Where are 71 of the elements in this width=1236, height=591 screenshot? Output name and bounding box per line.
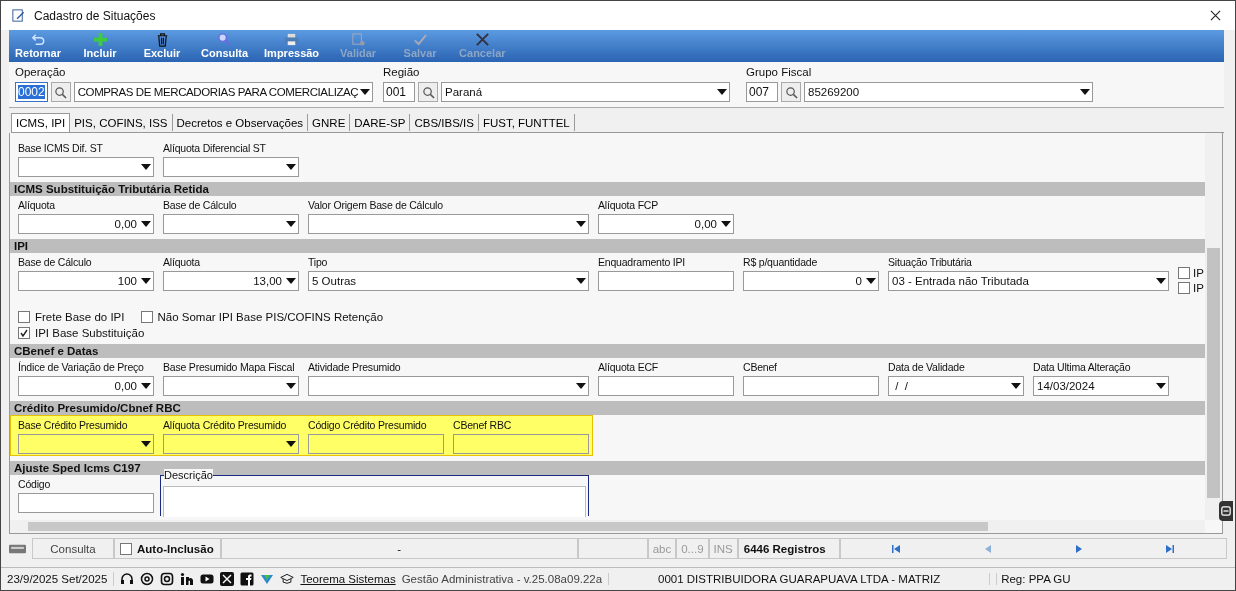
field-label: Alíquota ECF <box>598 360 659 375</box>
field-label: Base ICMS Dif. ST <box>18 141 103 156</box>
field-label: Alíquota Diferencial ST <box>163 141 266 156</box>
field-label: Situação Tributária <box>888 255 972 270</box>
field-label: Alíquota <box>163 255 200 270</box>
section-header: IPI <box>10 239 1207 253</box>
combo-box[interactable]: COMPRAS DE MERCADORIAS PARA COMERCIALIZAÇ <box>73 82 374 102</box>
checkbox[interactable]: Frete Base do IPI <box>18 311 125 323</box>
combo-box[interactable]: 14/03/2024 <box>1033 376 1169 396</box>
field-label: Região <box>383 65 421 79</box>
company-link[interactable]: Teorema Sistemas <box>300 573 396 585</box>
toolbar-button[interactable]: Impressão <box>260 30 324 62</box>
field-label: CBenef <box>743 360 777 375</box>
field-label: Alíquota Crédito Presumido <box>163 418 287 433</box>
field-label: Código Crédito Presumido <box>308 418 427 433</box>
checkbox[interactable]: IP <box>1178 282 1207 294</box>
field-label: Alíquota FCP <box>598 198 659 213</box>
field-label: CBenef RBC <box>453 418 512 433</box>
field-label: Valor Origem Base de Cálculo <box>308 198 443 213</box>
field-label: Base Crédito Presumido <box>18 418 128 433</box>
combo-box[interactable]: 0,00 <box>598 214 734 234</box>
status-indicator: INS <box>708 538 738 559</box>
combo-box[interactable]: 0,00 <box>18 214 154 234</box>
field-label: Base Presumido Mapa Fiscal <box>163 360 295 375</box>
status-indicator: abc <box>647 538 677 559</box>
field-label: Alíquota <box>18 198 55 213</box>
code-field[interactable]: 007 <box>746 82 778 102</box>
field-label: Base de Cálculo <box>18 255 92 270</box>
field-label: Operação <box>15 65 67 79</box>
field-label: Enquadramento IPI <box>598 255 686 270</box>
field-label: Data Ultima Alteração <box>1033 360 1131 375</box>
mode-label: Consulta <box>32 538 114 559</box>
checkbox[interactable]: Não Somar IPI Base PIS/COFINS Retenção <box>140 311 384 323</box>
combo-box[interactable]: 85269200 <box>804 82 1093 102</box>
company-label: 0001 DISTRIBUIDORA GUARAPUAVA LTDA - MATRIZ <box>608 573 991 585</box>
combo-box[interactable]: 0,00 <box>18 376 154 396</box>
record-count: 6446 Registros <box>737 538 840 559</box>
tab[interactable]: ICMS, IPI <box>11 113 71 132</box>
code-field[interactable]: 0002 <box>15 82 48 102</box>
section-header: Crédito Presumido/Cbnef RBC <box>10 401 1207 415</box>
combo-box[interactable]: 0 <box>743 271 879 291</box>
field-label: Grupo Fiscal <box>746 65 813 79</box>
window-title: Cadastro de Situações <box>34 8 156 23</box>
status-indicator: 0...9 <box>676 538 709 559</box>
toolbar-button[interactable]: Incluir <box>73 30 127 62</box>
status-field: - <box>220 538 578 559</box>
combo-box[interactable]: / / <box>888 376 1024 396</box>
field-label: R$ p/quantidade <box>743 255 818 270</box>
field-label: Índice de Variação de Preço <box>18 360 144 375</box>
combo-box[interactable]: 5 Outras <box>308 271 589 291</box>
field-label: Data de Validade <box>888 360 965 375</box>
toolbar-button[interactable]: Retornar <box>11 30 65 62</box>
section-header: CBenef e Datas <box>10 344 1207 358</box>
checkbox[interactable]: IPI Base Substituição <box>18 327 145 339</box>
combo-box[interactable]: 13,00 <box>163 271 299 291</box>
field-label: Base de Cálculo <box>163 198 237 213</box>
combo-box[interactable]: Paraná <box>441 82 730 102</box>
version-label: Gestão Administrativa - v.25.08a09.22a <box>401 573 603 585</box>
date-label: 23/9/2025 Set/2025 <box>7 573 108 585</box>
code-field[interactable]: 001 <box>383 82 415 102</box>
toolbar-button[interactable]: Excluir <box>135 30 189 62</box>
field-label: Código <box>18 477 51 492</box>
field-label: Atividade Presumido <box>308 360 401 375</box>
checkbox[interactable]: Auto-Inclusão <box>114 538 221 559</box>
combo-box[interactable]: 100 <box>18 271 154 291</box>
field-label: Tipo <box>308 255 328 270</box>
toolbar-button[interactable]: Consulta <box>197 30 253 62</box>
checkbox[interactable]: IP <box>1178 267 1207 279</box>
combo-box[interactable]: 03 - Entrada não Tributada <box>888 271 1169 291</box>
section-header: ICMS Substituição Tributária Retida <box>10 182 1207 196</box>
register-label: Reg: PPA GU <box>996 573 1071 585</box>
